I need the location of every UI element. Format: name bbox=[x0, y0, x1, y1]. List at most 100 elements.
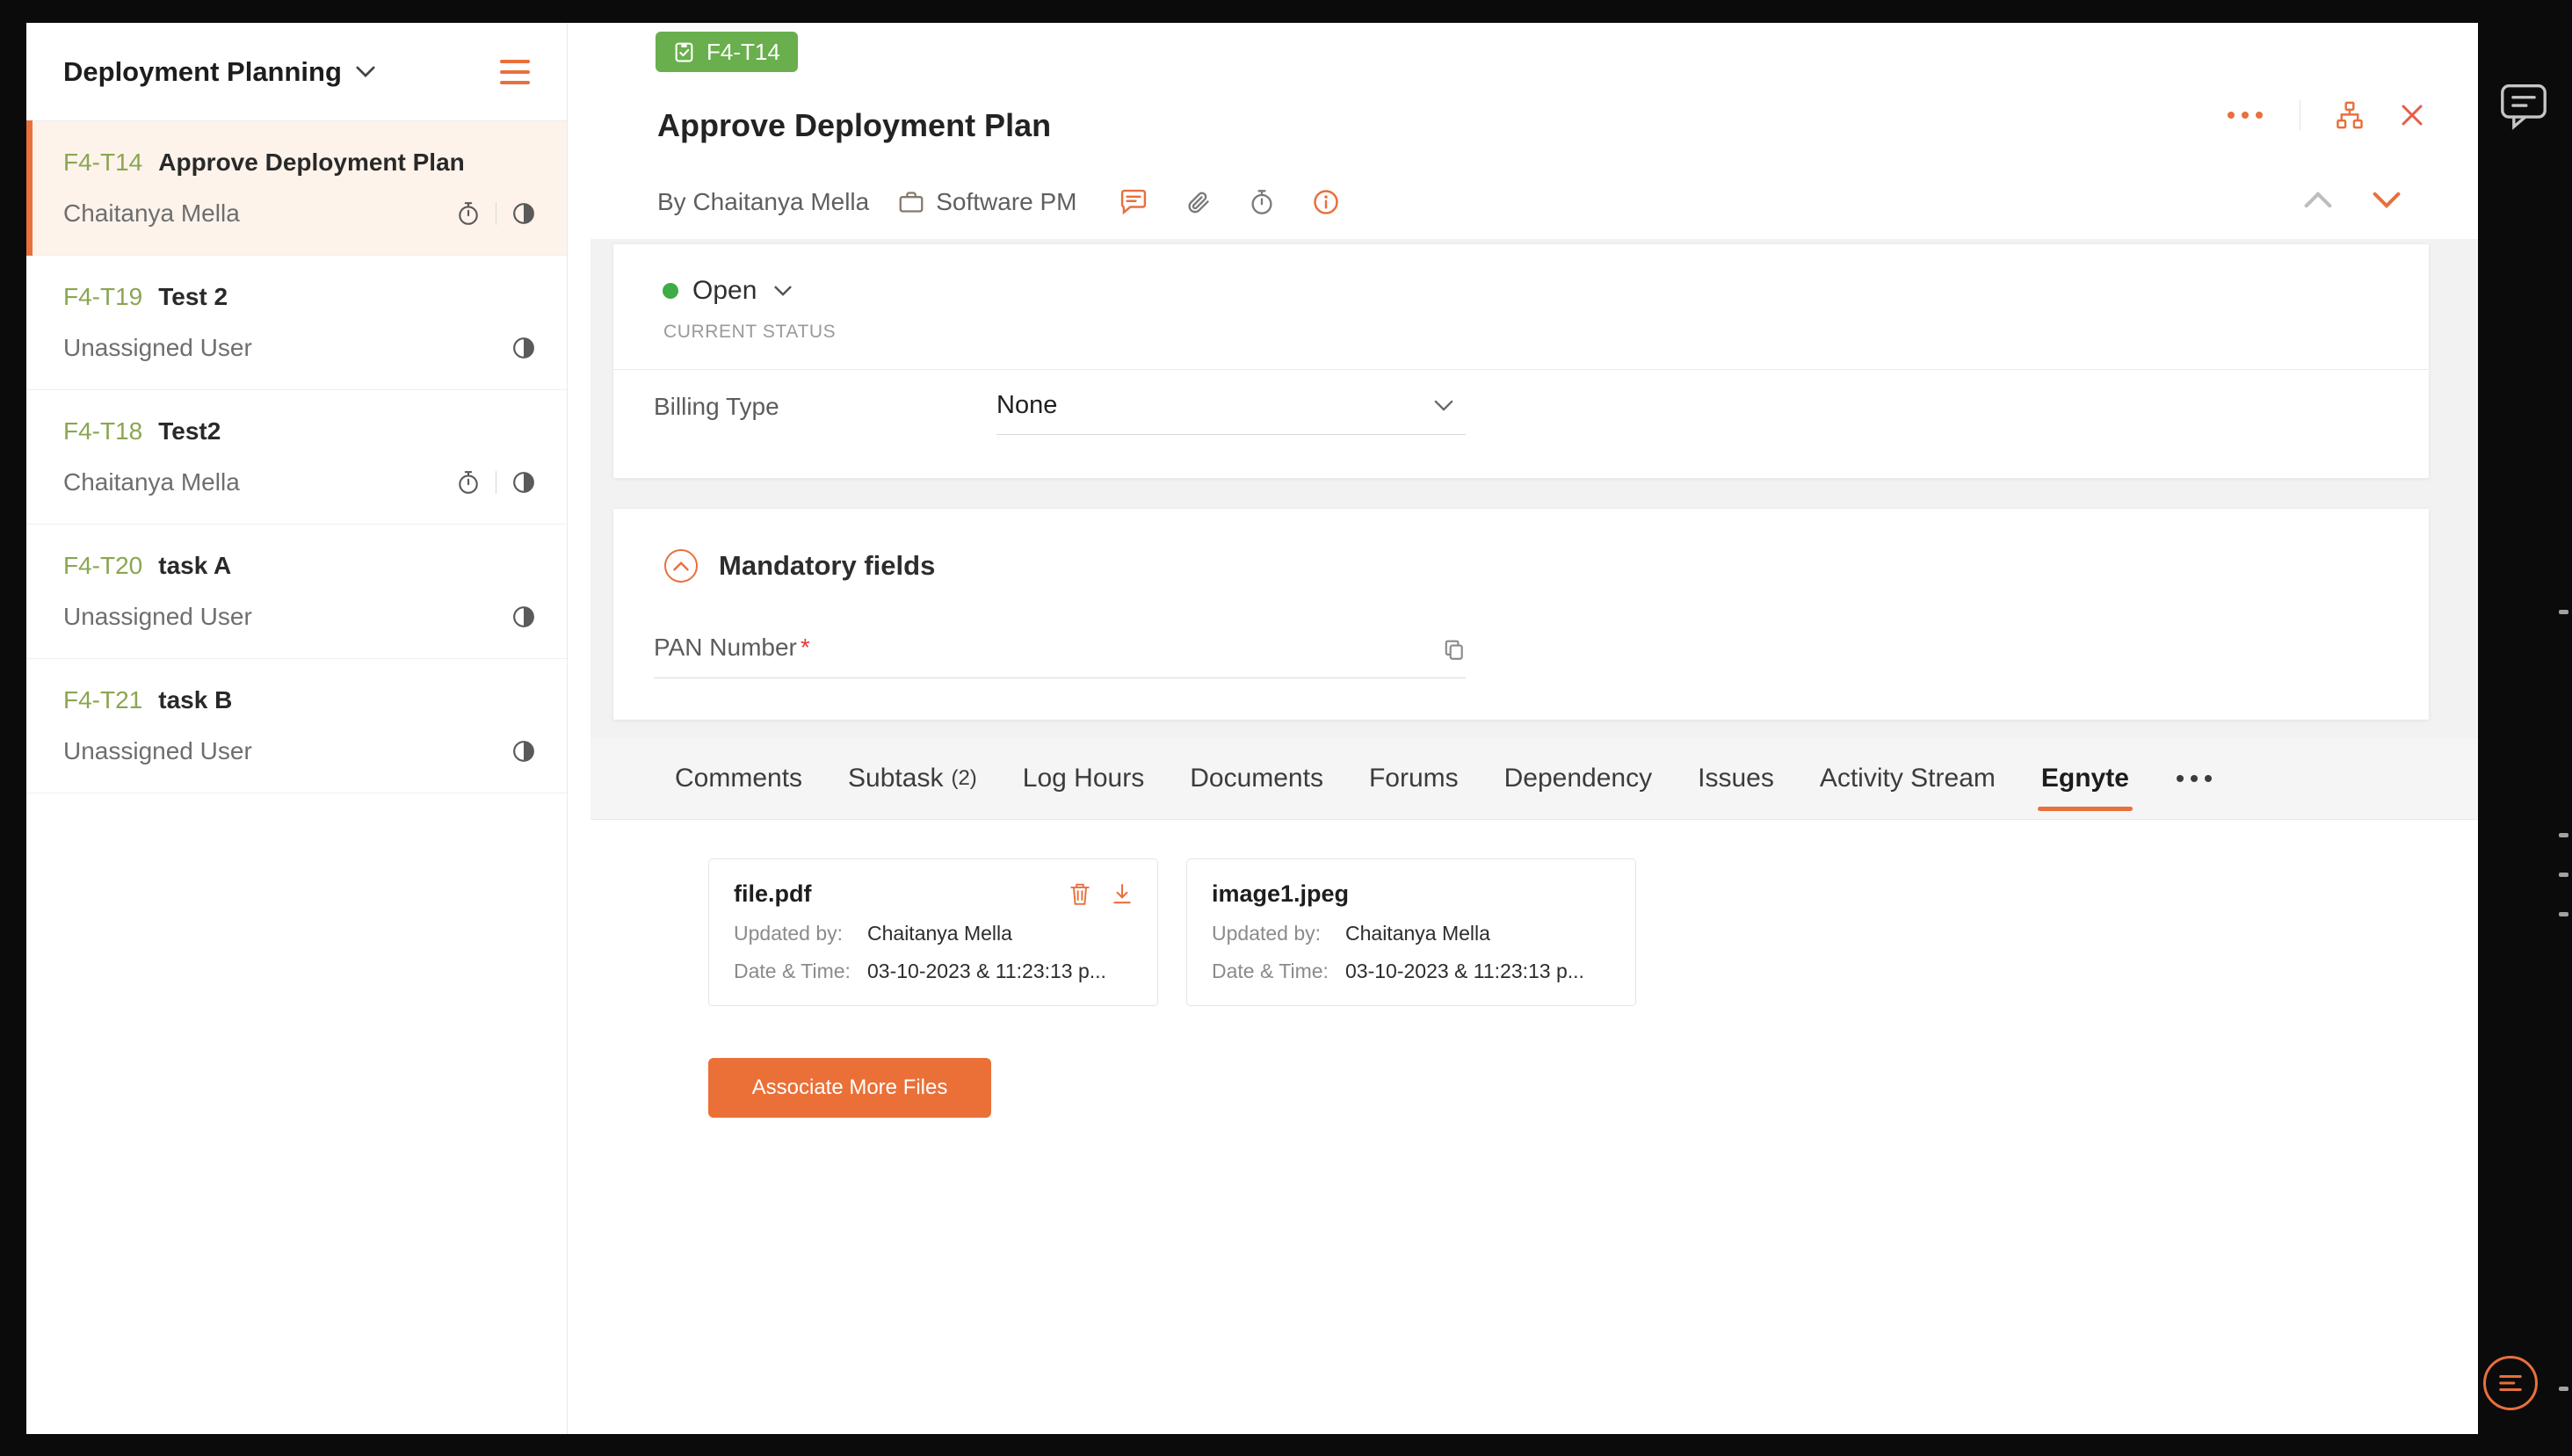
status-caption: CURRENT STATUS bbox=[663, 322, 2429, 343]
timer-icon[interactable] bbox=[457, 470, 480, 495]
tab-log-hours[interactable]: Log Hours bbox=[1000, 738, 1167, 819]
tab-forums[interactable]: Forums bbox=[1346, 738, 1482, 819]
tab-documents[interactable]: Documents bbox=[1167, 738, 1346, 819]
updated-by-value: Chaitanya Mella bbox=[1345, 921, 1490, 945]
date-time-value: 03-10-2023 & 11:23:13 p... bbox=[1345, 959, 1584, 983]
detail-tabbar: Comments Subtask(2) Log Hours Documents … bbox=[590, 738, 2478, 820]
task-navigation bbox=[2304, 192, 2401, 208]
task-item-f4-t21[interactable]: F4-T21 task B Unassigned User bbox=[26, 659, 567, 793]
task-id-badge: F4-T14 bbox=[656, 32, 798, 72]
header-actions bbox=[2224, 100, 2425, 130]
date-time-label: Date & Time: bbox=[1212, 959, 1345, 983]
updated-by-label: Updated by: bbox=[1212, 921, 1345, 945]
task-icon bbox=[673, 40, 695, 63]
task-name: task B bbox=[158, 685, 232, 715]
percent-complete-icon bbox=[512, 337, 535, 359]
filter-icon[interactable] bbox=[495, 54, 535, 90]
scrollbar-mark bbox=[2559, 1387, 2568, 1391]
task-assignee: Unassigned User bbox=[63, 602, 252, 632]
close-icon[interactable] bbox=[2399, 102, 2425, 128]
required-asterisk: * bbox=[801, 634, 810, 661]
download-file-icon[interactable] bbox=[1112, 883, 1133, 906]
pan-number-field[interactable]: PAN Number* bbox=[654, 634, 1466, 678]
percent-complete-icon bbox=[512, 740, 535, 763]
date-time-value: 03-10-2023 & 11:23:13 p... bbox=[867, 959, 1106, 983]
file-card[interactable]: file.pdf Updated by: Chaitanya Mella bbox=[708, 858, 1158, 1006]
task-assignee: Chaitanya Mella bbox=[63, 467, 240, 497]
sidebar-header: Deployment Planning bbox=[26, 23, 567, 121]
task-id: F4-T20 bbox=[63, 551, 142, 581]
chevron-down-icon bbox=[774, 286, 792, 296]
task-item-f4-t18[interactable]: F4-T18 Test2 Chaitanya Mella bbox=[26, 390, 567, 525]
collapse-section-icon[interactable] bbox=[664, 549, 698, 583]
task-detail-panel: F4-T14 Approve Deployment Plan By Chaita… bbox=[590, 23, 2478, 1434]
billing-type-select[interactable]: None bbox=[996, 391, 1466, 435]
task-author: By Chaitanya Mella bbox=[657, 188, 869, 216]
next-task-icon[interactable] bbox=[2373, 192, 2401, 208]
percent-complete-icon bbox=[512, 471, 535, 494]
tasklist-selector[interactable]: Deployment Planning bbox=[63, 56, 375, 88]
tab-dependency[interactable]: Dependency bbox=[1482, 738, 1675, 819]
tab-subtask[interactable]: Subtask(2) bbox=[825, 738, 1000, 819]
delete-file-icon[interactable] bbox=[1069, 882, 1090, 906]
tab-comments[interactable]: Comments bbox=[652, 738, 825, 819]
egnyte-tab-content: file.pdf Updated by: Chaitanya Mella bbox=[590, 820, 2478, 1434]
updated-by-value: Chaitanya Mella bbox=[867, 921, 1012, 945]
percent-complete-icon bbox=[512, 605, 535, 628]
tab-more-icon[interactable] bbox=[2152, 738, 2236, 819]
task-name: Test 2 bbox=[158, 282, 228, 312]
previous-task-icon[interactable] bbox=[2304, 192, 2332, 208]
task-assignee: Chaitanya Mella bbox=[63, 199, 240, 228]
subtask-count: (2) bbox=[951, 766, 976, 791]
status-dropdown[interactable]: Open bbox=[613, 244, 2429, 306]
task-item-f4-t20[interactable]: F4-T20 task A Unassigned User bbox=[26, 525, 567, 659]
scrollbar-mark bbox=[2559, 833, 2568, 837]
info-icon[interactable] bbox=[1313, 189, 1339, 215]
percent-complete-icon bbox=[512, 202, 535, 225]
updated-by-label: Updated by: bbox=[734, 921, 867, 945]
pan-number-label: PAN Number* bbox=[654, 634, 810, 662]
task-item-f4-t14[interactable]: F4-T14 Approve Deployment Plan Chaitanya… bbox=[26, 121, 567, 256]
mandatory-fields-card: Mandatory fields PAN Number* bbox=[613, 509, 2429, 720]
briefcase-icon bbox=[899, 191, 924, 214]
more-options-icon[interactable] bbox=[2224, 112, 2266, 119]
quick-actions-icon[interactable] bbox=[2483, 1356, 2538, 1410]
date-time-label: Date & Time: bbox=[734, 959, 867, 983]
tab-activity-stream[interactable]: Activity Stream bbox=[1797, 738, 2018, 819]
file-name: file.pdf bbox=[734, 880, 812, 908]
task-id: F4-T19 bbox=[63, 282, 142, 312]
hierarchy-icon[interactable] bbox=[2334, 101, 2366, 129]
associate-more-files-button[interactable]: Associate More Files bbox=[708, 1058, 991, 1118]
task-id: F4-T18 bbox=[63, 417, 142, 446]
task-name: Test2 bbox=[158, 417, 221, 446]
attachment-icon[interactable] bbox=[1186, 189, 1211, 215]
scrollbar-mark bbox=[2559, 912, 2568, 916]
task-assignee: Unassigned User bbox=[63, 333, 252, 363]
comment-icon[interactable] bbox=[1119, 189, 1148, 215]
timer-icon[interactable] bbox=[457, 201, 480, 226]
file-card[interactable]: image1.jpeg Updated by: Chaitanya Mella … bbox=[1186, 858, 1636, 1006]
task-title: Approve Deployment Plan bbox=[657, 107, 1051, 144]
chevron-down-icon bbox=[356, 66, 375, 77]
tasklist-title: Deployment Planning bbox=[63, 56, 342, 88]
tab-egnyte[interactable]: Egnyte bbox=[2018, 738, 2152, 819]
task-assignee: Unassigned User bbox=[63, 736, 252, 766]
tab-issues[interactable]: Issues bbox=[1675, 738, 1797, 819]
chevron-down-icon bbox=[1434, 400, 1453, 411]
task-item-f4-t19[interactable]: F4-T19 Test 2 Unassigned User bbox=[26, 256, 567, 390]
feedback-icon[interactable] bbox=[2499, 83, 2548, 130]
status-open-dot bbox=[663, 283, 678, 299]
billing-type-row: Billing Type None bbox=[654, 391, 2429, 435]
billing-type-value: None bbox=[996, 391, 1057, 420]
task-byline: By Chaitanya Mella Software PM bbox=[657, 188, 1339, 216]
timer-icon[interactable] bbox=[1250, 189, 1274, 215]
file-name: image1.jpeg bbox=[1212, 880, 1349, 908]
divider bbox=[613, 369, 2429, 370]
scrollbar-mark bbox=[2559, 610, 2568, 614]
status-value: Open bbox=[692, 276, 757, 306]
app-window: Deployment Planning F4-T14 Approve Deplo… bbox=[26, 23, 2478, 1434]
task-role: Software PM bbox=[936, 188, 1076, 216]
task-id: F4-T14 bbox=[63, 148, 142, 177]
copy-icon[interactable] bbox=[1443, 639, 1466, 662]
scrollbar-mark bbox=[2559, 873, 2568, 877]
